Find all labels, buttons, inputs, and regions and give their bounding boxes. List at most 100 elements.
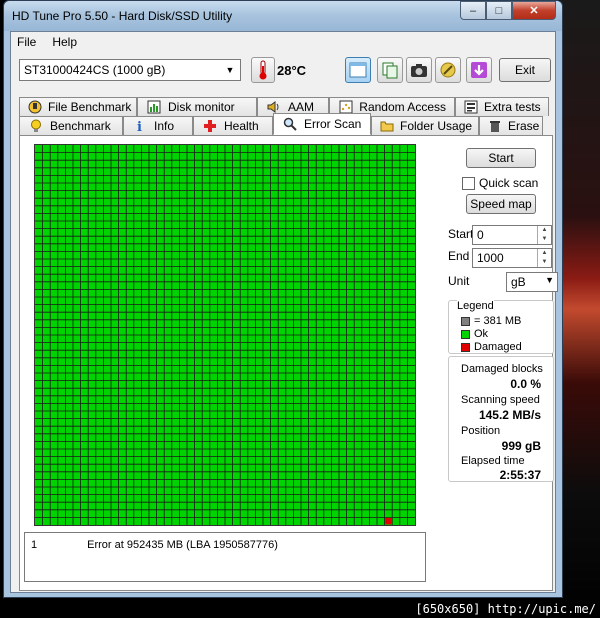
start-field-value: 0	[477, 228, 484, 242]
thermometer-icon	[251, 57, 275, 83]
stats-box: Damaged blocks 0.0 % Scanning speed 145.…	[448, 356, 554, 482]
legend-ok: Ok	[461, 328, 488, 340]
maximize-button[interactable]: □	[486, 1, 512, 20]
end-field[interactable]: 1000 ▲ ▼	[472, 248, 552, 268]
unit-label: Unit	[448, 274, 470, 288]
tab-file-benchmark[interactable]: File Benchmark	[19, 97, 137, 116]
start-field-label: Start	[448, 227, 474, 241]
window-view-button[interactable]	[345, 57, 371, 83]
end-field-value: 1000	[477, 251, 504, 265]
spin-arrows[interactable]: ▲ ▼	[537, 249, 551, 267]
chevron-down-icon: ▼	[225, 65, 235, 75]
download-button[interactable]	[466, 57, 492, 83]
tab-label: Random Access	[359, 100, 446, 114]
camera-icon	[411, 64, 427, 77]
minimize-button[interactable]: –	[460, 1, 486, 20]
legend-block-size-label: = 381 MB	[474, 315, 522, 327]
exit-button[interactable]: Exit	[499, 58, 551, 82]
temperature-readout: 28°C	[277, 63, 307, 78]
tab-benchmark[interactable]: Benchmark	[19, 116, 123, 135]
grid-lines	[35, 145, 415, 525]
drive-select[interactable]: ST31000424CS (1000 gB) ▼	[19, 59, 241, 81]
window-icon	[349, 62, 367, 78]
error-list[interactable]: 1 Error at 952435 MB (LBA 1950587776)	[24, 532, 426, 582]
tab-health[interactable]: Health	[193, 116, 273, 135]
tab-label: Folder Usage	[400, 119, 473, 133]
drive-select-value: ST31000424CS (1000 gB)	[24, 63, 166, 77]
tab-label: Info	[154, 119, 175, 133]
scan-controls: Start Quick scan Speed map Start 0 ▲ ▼ En…	[444, 136, 558, 590]
spin-arrows[interactable]: ▲ ▼	[537, 226, 551, 244]
start-button[interactable]: Start	[466, 148, 536, 168]
tab-folder-usage[interactable]: Folder Usage	[371, 116, 479, 135]
legend-block-size: = 381 MB	[461, 315, 521, 327]
chevron-down-icon: ▼	[545, 275, 554, 285]
download-icon	[471, 62, 487, 78]
disk-monitor-icon	[146, 99, 162, 115]
app-window: HD Tune Pro 5.50 - Hard Disk/SSD Utility…	[3, 0, 563, 598]
legend-ok-label: Ok	[474, 328, 489, 340]
tab-disk-monitor[interactable]: Disk monitor	[137, 97, 257, 116]
tabs-row-bottom: Benchmark i Info Health Error Scan Folde…	[19, 113, 543, 135]
copy-icon	[382, 62, 398, 79]
quick-scan-checkbox[interactable]: Quick scan	[462, 176, 538, 190]
tab-label: Benchmark	[50, 119, 111, 133]
tab-label: Extra tests	[484, 100, 541, 114]
tab-erase[interactable]: Erase	[479, 116, 543, 135]
damaged-blocks-label: Damaged blocks	[461, 363, 543, 375]
quick-scan-label: Quick scan	[479, 176, 539, 190]
tab-label: File Benchmark	[48, 100, 132, 114]
legend-swatch-block	[461, 316, 470, 326]
desktop-background	[560, 0, 600, 618]
file-benchmark-icon	[28, 99, 42, 115]
speed-map-button[interactable]: Speed map	[466, 194, 536, 214]
legend-box: Legend = 381 MB Ok Damaged	[448, 300, 554, 354]
error-index: 1	[31, 539, 38, 551]
legend-damaged-label: Damaged	[474, 341, 522, 353]
options-button[interactable]	[435, 57, 461, 83]
block-grid	[35, 145, 415, 525]
window-title: HD Tune Pro 5.50 - Hard Disk/SSD Utility	[12, 9, 233, 23]
tab-label: Health	[224, 119, 259, 133]
elapsed-time-value: 2:55:37	[499, 468, 541, 482]
toolbar: ST31000424CS (1000 gB) ▼ 28°C Exit	[11, 54, 555, 90]
wrench-icon	[440, 62, 456, 78]
damaged-blocks-value: 0.0 %	[510, 377, 541, 391]
legend-damaged: Damaged	[461, 341, 522, 353]
unit-select[interactable]: gB ▼	[506, 272, 558, 292]
trash-icon	[488, 118, 502, 134]
watermark: [650x650] http://upic.me/	[415, 602, 596, 616]
screenshot-button[interactable]	[406, 57, 432, 83]
damaged-block	[385, 518, 392, 525]
position-label: Position	[461, 425, 501, 437]
list-item[interactable]: 1 Error at 952435 MB (LBA 1950587776)	[31, 539, 278, 551]
tab-extra-tests[interactable]: Extra tests	[455, 97, 549, 116]
info-icon: i	[132, 118, 148, 134]
folder-icon	[380, 118, 394, 134]
legend-swatch-ok	[461, 329, 470, 339]
svg-text:i: i	[137, 120, 142, 133]
legend-title: Legend	[457, 300, 494, 312]
end-field-label: End	[448, 249, 470, 263]
scanning-speed-value: 145.2 MB/s	[478, 408, 541, 422]
close-button[interactable]: ✕	[512, 1, 556, 20]
health-cross-icon	[202, 118, 218, 134]
menu-file[interactable]: File	[17, 35, 36, 49]
checkbox-box[interactable]	[462, 176, 475, 190]
magnifier-icon	[282, 116, 298, 132]
start-field[interactable]: 0 ▲ ▼	[472, 225, 552, 245]
window-controls: – □ ✕	[460, 1, 556, 20]
position-value: 999 gB	[501, 439, 541, 453]
tab-label: Disk monitor	[168, 100, 235, 114]
tab-label: Erase	[508, 119, 540, 133]
menu-bar: File Help	[11, 32, 555, 52]
elapsed-time-label: Elapsed time	[461, 455, 525, 467]
menu-help[interactable]: Help	[52, 35, 77, 49]
client-area: File Help ST31000424CS (1000 gB) ▼ 28°C	[10, 31, 558, 593]
tab-label: Error Scan	[304, 117, 362, 131]
copy-button[interactable]	[377, 57, 403, 83]
error-scan-panel: 1 Error at 952435 MB (LBA 1950587776) St…	[19, 135, 558, 591]
tab-info[interactable]: i Info	[123, 116, 193, 135]
tab-label: AAM	[288, 100, 315, 114]
tab-error-scan[interactable]: Error Scan	[273, 113, 371, 135]
